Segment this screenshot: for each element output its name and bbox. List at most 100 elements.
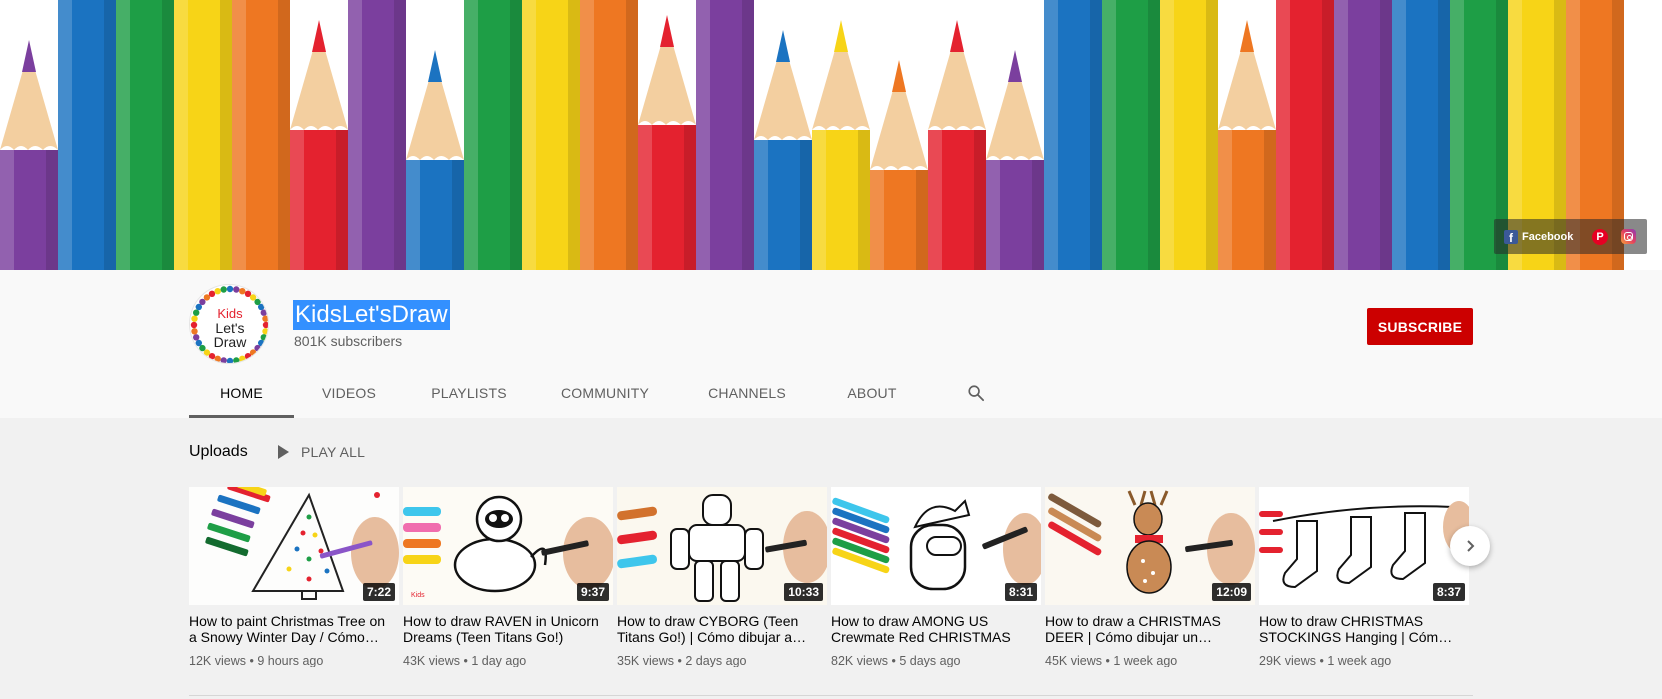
tab-playlists[interactable]: PLAYLISTS bbox=[404, 375, 534, 418]
video-meta: 82K views • 5 days ago bbox=[831, 654, 961, 667]
tab-channels[interactable]: CHANNELS bbox=[676, 375, 818, 418]
uploads-shelf: 7:22 How to paint Christmas Tree on a Sn… bbox=[189, 487, 1471, 667]
video-views: 29K views bbox=[1259, 654, 1316, 667]
facebook-link[interactable]: f Facebook bbox=[1504, 229, 1573, 244]
video-title[interactable]: How to draw CYBORG (Teen Titans Go!) | C… bbox=[617, 613, 817, 645]
video-card[interactable]: 8:37 How to draw CHRISTMAS STOCKINGS Han… bbox=[1259, 487, 1469, 667]
banner-pencil bbox=[986, 50, 1044, 270]
colored-pencils-banner bbox=[0, 0, 1624, 270]
avatar-ring-dot bbox=[239, 288, 246, 295]
avatar-ring-dot bbox=[220, 357, 227, 363]
shelf-next-button[interactable] bbox=[1450, 526, 1490, 566]
channel-banner bbox=[0, 0, 1662, 270]
banner-pencil bbox=[754, 30, 812, 270]
video-age: 5 days ago bbox=[899, 654, 961, 667]
facebook-icon: f bbox=[1504, 229, 1518, 244]
banner-pencil bbox=[696, 0, 754, 270]
video-views: 43K views bbox=[403, 654, 460, 667]
video-thumbnail[interactable]: 10:33 bbox=[617, 487, 827, 605]
banner-pencil bbox=[232, 0, 290, 270]
video-card[interactable]: 8:31 How to draw AMONG US Crewmate Red C… bbox=[831, 487, 1041, 667]
banner-pencil bbox=[116, 0, 174, 270]
video-thumbnail[interactable]: Kids 9:37 bbox=[403, 487, 613, 605]
banner-pencil bbox=[464, 0, 522, 270]
banner-pencil bbox=[58, 0, 116, 270]
video-age: 9 hours ago bbox=[257, 654, 324, 667]
video-meta: 29K views • 1 week ago bbox=[1259, 654, 1392, 667]
video-card[interactable]: Kids 9:37 How to draw RAVEN in Unicorn D… bbox=[403, 487, 613, 667]
video-age: 2 days ago bbox=[685, 654, 747, 667]
search-icon[interactable] bbox=[967, 384, 985, 402]
video-title[interactable]: How to draw CHRISTMAS STOCKINGS Hanging … bbox=[1259, 613, 1459, 645]
banner-pencil bbox=[1392, 0, 1450, 270]
uploads-heading[interactable]: Uploads bbox=[189, 443, 248, 461]
video-thumbnail[interactable]: 12:09 bbox=[1045, 487, 1255, 605]
avatar-ring-dot bbox=[226, 357, 234, 363]
video-title[interactable]: How to draw a CHRISTMAS DEER | Cómo dibu… bbox=[1045, 613, 1245, 645]
play-all-label: PLAY ALL bbox=[301, 444, 366, 460]
banner-pencil bbox=[870, 60, 928, 270]
tab-about[interactable]: ABOUT bbox=[818, 375, 926, 418]
video-card[interactable]: 12:09 How to draw a CHRISTMAS DEER | Cóm… bbox=[1045, 487, 1255, 667]
banner-pencil bbox=[1334, 0, 1392, 270]
banner-pencil bbox=[1218, 20, 1276, 270]
banner-pencil bbox=[1044, 0, 1102, 270]
avatar-ring-dot bbox=[214, 288, 221, 295]
video-duration: 10:33 bbox=[784, 583, 823, 601]
video-duration: 12:09 bbox=[1212, 583, 1251, 601]
avatar-ring-dot bbox=[214, 355, 221, 362]
avatar-text-lets: Let's bbox=[215, 320, 245, 336]
video-age: 1 week ago bbox=[1327, 654, 1392, 667]
channel-name: KidsLet'sDraw bbox=[293, 300, 450, 330]
video-thumbnail[interactable]: 7:22 bbox=[189, 487, 399, 605]
video-duration: 8:37 bbox=[1432, 583, 1465, 601]
video-duration: 8:31 bbox=[1004, 583, 1037, 601]
video-views: 45K views bbox=[1045, 654, 1102, 667]
avatar-ring-dot bbox=[244, 353, 252, 360]
banner-pencil bbox=[638, 15, 696, 270]
banner-pencil bbox=[174, 0, 232, 270]
video-card[interactable]: 7:22 How to paint Christmas Tree on a Sn… bbox=[189, 487, 399, 667]
video-thumbnail[interactable]: 8:37 bbox=[1259, 487, 1469, 605]
banner-pencil bbox=[290, 20, 348, 270]
video-meta: 35K views • 2 days ago bbox=[617, 654, 747, 667]
banner-pencil bbox=[1160, 0, 1218, 270]
video-age: 1 day ago bbox=[471, 654, 527, 667]
video-thumbnail[interactable]: 8:31 bbox=[831, 487, 1041, 605]
video-card[interactable]: 10:33 How to draw CYBORG (Teen Titans Go… bbox=[617, 487, 827, 667]
video-title[interactable]: How to draw AMONG US Crewmate Red CHRIST… bbox=[831, 613, 1031, 645]
banner-pencil bbox=[348, 0, 406, 270]
tab-community[interactable]: COMMUNITY bbox=[534, 375, 676, 418]
tab-home[interactable]: HOME bbox=[189, 375, 294, 418]
banner-pencil bbox=[1102, 0, 1160, 270]
avatar-ring-dot bbox=[208, 290, 216, 297]
video-duration: 7:22 bbox=[362, 583, 395, 601]
pinterest-icon[interactable]: P bbox=[1592, 229, 1608, 245]
play-all-button[interactable]: PLAY ALL bbox=[278, 444, 365, 460]
video-views: 12K views bbox=[189, 654, 246, 667]
video-title[interactable]: How to paint Christmas Tree on a Snowy W… bbox=[189, 613, 389, 645]
play-icon bbox=[278, 445, 289, 459]
avatar-text-draw: Draw bbox=[213, 334, 247, 350]
banner-pencil bbox=[0, 40, 58, 270]
video-title[interactable]: How to draw RAVEN in Unicorn Dreams (Tee… bbox=[403, 613, 603, 645]
subscriber-count: 801K subscribers bbox=[294, 333, 403, 349]
avatar[interactable]: Kids Let's Draw bbox=[189, 284, 269, 364]
banner-pencil bbox=[812, 20, 870, 270]
video-meta: 45K views • 1 week ago bbox=[1045, 654, 1178, 667]
banner-pencil bbox=[580, 0, 638, 270]
video-duration: 9:37 bbox=[576, 583, 609, 601]
video-views: 35K views bbox=[617, 654, 674, 667]
avatar-ring-dot bbox=[233, 357, 240, 363]
video-meta: 43K views • 1 day ago bbox=[403, 654, 527, 667]
avatar-ring-dot bbox=[226, 285, 234, 293]
video-views: 82K views bbox=[831, 654, 888, 667]
section-divider bbox=[189, 695, 1473, 696]
instagram-icon[interactable] bbox=[1621, 229, 1636, 244]
subscribe-button[interactable]: SUBSCRIBE bbox=[1367, 308, 1473, 345]
banner-pencil bbox=[1276, 0, 1334, 270]
avatar-ring-dot bbox=[233, 286, 240, 293]
tab-videos[interactable]: VIDEOS bbox=[294, 375, 404, 418]
channel-tabs: HOME VIDEOS PLAYLISTS COMMUNITY CHANNELS… bbox=[189, 375, 926, 418]
svg-text:Kids: Kids bbox=[411, 592, 425, 599]
